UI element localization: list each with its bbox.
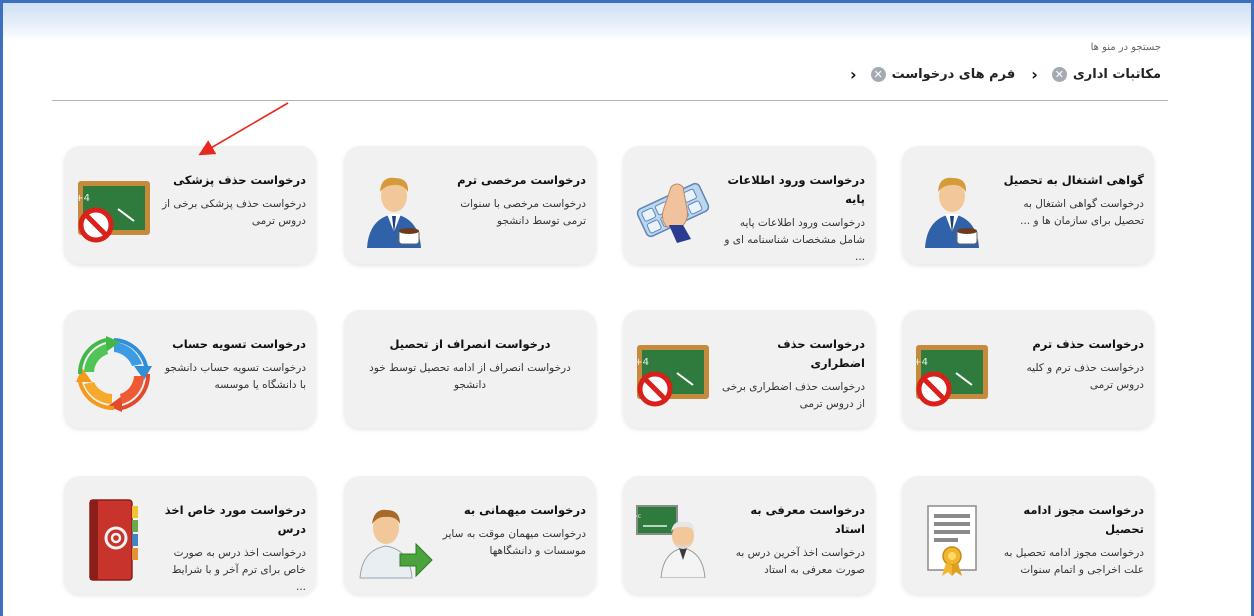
card-text: درخواست ورود اطلاعات پایه درخواست ورود ا… <box>719 171 865 264</box>
card-description: درخواست میهمان موقت به سایر موسسات و دان… <box>442 528 586 557</box>
blackboard-forbidden-icon: 3+4=7 <box>910 332 994 416</box>
card-text: درخواست مرخصی ترم درخواست مرخصی با سنوات… <box>440 171 586 230</box>
card-description: درخواست تسویه حساب دانشجو با دانشگاه یا … <box>165 362 306 391</box>
card-description: درخواست حذف اضطراری برخی از دروس ترمی <box>722 381 865 410</box>
card-term-leave[interactable]: درخواست مرخصی ترم درخواست مرخصی با سنوات… <box>344 146 596 264</box>
card-title: درخواست ورود اطلاعات پایه <box>727 173 865 206</box>
user-arrow-icon <box>352 498 436 582</box>
blackboard-forbidden-icon: 3+4=7 <box>631 332 715 416</box>
card-title: درخواست حذف ترم <box>1032 337 1144 351</box>
card-text: درخواست انصراف از تحصیل درخواست انصراف ا… <box>354 335 586 394</box>
card-description: درخواست اخذ درس به صورت خاص برای ترم آخر… <box>171 547 306 593</box>
card-title: درخواست مجوز ادامه تحصیل <box>1023 503 1144 536</box>
card-medical-drop[interactable]: 3+4=7 درخواست حذف پزشکی درخواست حذف پزشک… <box>64 146 316 264</box>
cycle-arrows-icon <box>72 332 156 416</box>
card-professor-referral[interactable]: a+b=c درخواست معرفی به استاد درخواست اخذ… <box>623 476 875 594</box>
keyboard-hand-icon <box>631 168 715 252</box>
card-description: درخواست اخذ آخرین درس به صورت معرفی به ا… <box>735 547 865 576</box>
close-icon[interactable]: ✕ <box>870 67 886 82</box>
menu-search-hint[interactable]: جستجو در منو ها <box>1091 42 1161 53</box>
card-title: گواهی اشتغال به تحصیل <box>1003 173 1144 187</box>
card-withdrawal[interactable]: درخواست انصراف از تحصیل درخواست انصراف ا… <box>344 310 596 428</box>
card-title: درخواست انصراف از تحصیل <box>389 337 551 351</box>
card-text: درخواست حذف ترم درخواست حذف ترم و کلیه د… <box>998 335 1144 394</box>
breadcrumb-item-office-correspondence[interactable]: مکاتبات اداری ✕ <box>1051 67 1161 82</box>
close-icon[interactable]: ✕ <box>1051 67 1067 82</box>
svg-text:3+4=7: 3+4=7 <box>633 357 649 368</box>
card-description: درخواست مرخصی با سنوات ترمی توسط دانشجو <box>460 198 586 227</box>
card-title: درخواست حذف پزشکی <box>173 173 306 187</box>
card-description: درخواست حذف پزشکی برخی از دروس ترمی <box>162 198 306 227</box>
certificate-icon <box>910 498 994 582</box>
card-text: درخواست حذف پزشکی درخواست حذف پزشکی برخی… <box>160 171 306 230</box>
address-book-icon <box>72 498 156 582</box>
card-text: درخواست تسویه حساب درخواست تسویه حساب دا… <box>160 335 306 394</box>
card-special-course[interactable]: درخواست مورد خاص اخذ درس درخواست اخذ درس… <box>64 476 316 594</box>
header-divider <box>52 100 1168 101</box>
breadcrumb-item-label: مکاتبات اداری <box>1072 67 1161 82</box>
card-guest-student[interactable]: درخواست میهمانی به درخواست میهمان موقت ب… <box>344 476 596 594</box>
svg-text:a+b=c: a+b=c <box>633 513 641 520</box>
card-title: درخواست تسویه حساب <box>172 337 306 351</box>
card-description: درخواست انصراف از ادامه تحصیل توسط خود د… <box>369 362 571 391</box>
chevron-left-icon: ‹ <box>1031 65 1038 84</box>
card-title: درخواست مورد خاص اخذ درس <box>164 503 306 536</box>
professor-icon: a+b=c <box>631 498 715 582</box>
card-text: درخواست مجوز ادامه تحصیل درخواست مجوز اد… <box>998 501 1144 579</box>
card-title: درخواست مرخصی ترم <box>457 173 586 187</box>
card-text: درخواست حذف اضطراری درخواست حذف اضطراری … <box>719 335 865 413</box>
top-header-band <box>3 3 1251 41</box>
card-title: درخواست معرفی به استاد <box>750 503 865 536</box>
card-text: گواهی اشتغال به تحصیل درخواست گواهی اشتغ… <box>998 171 1144 230</box>
card-employment-certificate[interactable]: گواهی اشتغال به تحصیل درخواست گواهی اشتغ… <box>902 146 1154 264</box>
businessman-icon <box>352 168 436 252</box>
businessman-icon <box>910 168 994 252</box>
svg-text:3+4=7: 3+4=7 <box>74 193 90 204</box>
card-continue-study-permit[interactable]: درخواست مجوز ادامه تحصیل درخواست مجوز اد… <box>902 476 1154 594</box>
card-emergency-drop[interactable]: 3+4=7 درخواست حذف اضطراری درخواست حذف اض… <box>623 310 875 428</box>
card-description: درخواست مجوز ادامه تحصیل به علت اخراجی و… <box>1003 547 1144 576</box>
card-term-drop[interactable]: 3+4=7 درخواست حذف ترم درخواست حذف ترم و … <box>902 310 1154 428</box>
card-description: درخواست گواهی اشتغال به تحصیل برای سازما… <box>1020 198 1144 227</box>
card-text: درخواست مورد خاص اخذ درس درخواست اخذ درس… <box>160 501 306 594</box>
card-basic-info-entry[interactable]: درخواست ورود اطلاعات پایه درخواست ورود ا… <box>623 146 875 264</box>
breadcrumb: مکاتبات اداری ✕ ‹ فرم های درخواست ✕ ‹ <box>834 65 1161 84</box>
blackboard-forbidden-icon: 3+4=7 <box>72 168 156 252</box>
breadcrumb-item-label: فرم های درخواست <box>891 67 1016 82</box>
svg-text:3+4=7: 3+4=7 <box>912 357 928 368</box>
card-text: درخواست میهمانی به درخواست میهمان موقت ب… <box>440 501 586 560</box>
card-description: درخواست ورود اطلاعات پایه شامل مشخصات شن… <box>724 217 865 263</box>
card-description: درخواست حذف ترم و کلیه دروس ترمی <box>1026 362 1144 391</box>
breadcrumb-item-request-forms[interactable]: فرم های درخواست ✕ <box>870 67 1016 82</box>
card-text: درخواست معرفی به استاد درخواست اخذ آخرین… <box>719 501 865 579</box>
chevron-left-icon: ‹ <box>850 65 857 84</box>
card-title: درخواست حذف اضطراری <box>777 337 865 370</box>
card-title: درخواست میهمانی به <box>463 503 586 517</box>
card-clearance[interactable]: درخواست تسویه حساب درخواست تسویه حساب دا… <box>64 310 316 428</box>
